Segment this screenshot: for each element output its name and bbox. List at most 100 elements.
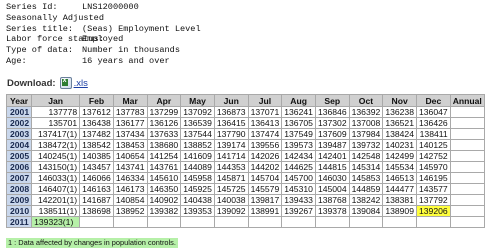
value-cell: 139092 — [213, 205, 249, 217]
value-cell: 139573 — [281, 139, 316, 151]
value-cell: 137984 — [348, 128, 384, 140]
value-cell — [146, 216, 182, 228]
column-header-mar: Mar — [112, 94, 148, 107]
value-cell: 137783 — [112, 106, 148, 118]
value-cell: 136438 — [79, 117, 114, 129]
table-row: 2003 137417(1) 137482 137434 137633 137544 137… — [5, 128, 485, 140]
value-cell: 142201(1) — [31, 194, 81, 206]
column-header-may: May — [180, 94, 215, 107]
value-cell: 140125 — [416, 139, 451, 151]
column-header-jun: Jun — [213, 94, 249, 107]
table-header: Year Jan Feb Mar Apr May Jun Jul Aug Sep Oct Nov Dec… — [5, 94, 485, 107]
value-cell: 145958 — [180, 172, 215, 184]
seasonal-adjustment-label: Seasonally Adjusted — [6, 12, 104, 23]
table-row: 2011 139323(1) — [5, 216, 485, 228]
age-value: 16 years and over — [82, 55, 170, 66]
year-cell: 2001 — [5, 106, 33, 118]
table-row: 2002 135701 136438 136177 136126 136539 136415… — [5, 117, 485, 129]
value-cell: 144625 — [281, 161, 316, 173]
value-cell: 142499 — [382, 150, 417, 162]
value-cell: 142401 — [314, 150, 350, 162]
value-cell: 142434 — [281, 150, 316, 162]
value-cell: 137299 — [146, 106, 182, 118]
year-cell: 2005 — [5, 150, 33, 162]
xls-download-link[interactable]: .xls — [74, 78, 88, 89]
value-cell: 139267 — [281, 205, 316, 217]
value-cell: 139084 — [348, 205, 384, 217]
value-cell: 139174 — [213, 139, 249, 151]
value-cell — [449, 161, 485, 173]
table-row: 2006 143150(1) 143457 143741 143761 144089 144… — [5, 161, 485, 173]
value-cell: 143457 — [79, 161, 114, 173]
value-cell — [180, 216, 215, 228]
value-cell: 144353 — [213, 161, 249, 173]
column-header-nov: Nov — [382, 94, 417, 107]
value-cell: 137609 — [314, 128, 350, 140]
value-cell: 145310 — [281, 183, 316, 195]
value-cell: 138768 — [314, 194, 350, 206]
value-cell: 136415 — [213, 117, 249, 129]
value-cell: 145853 — [348, 172, 384, 184]
value-cell: 136521 — [382, 117, 417, 129]
value-cell: 146407(1) — [31, 183, 81, 195]
value-cell: 141609 — [180, 150, 215, 162]
year-cell: 2006 — [5, 161, 33, 173]
value-cell — [382, 216, 417, 228]
value-cell: 138381 — [382, 194, 417, 206]
value-cell: 137434 — [112, 128, 148, 140]
value-cell — [449, 183, 485, 195]
column-header-apr: Apr — [146, 94, 182, 107]
series-title-value: (Seas) Employment Level — [82, 23, 201, 34]
value-cell: 138542 — [79, 139, 114, 151]
value-cell: 145314 — [348, 161, 384, 173]
value-cell: 138511(1) — [31, 205, 81, 217]
value-cell: 142752 — [416, 150, 451, 162]
employment-data-table: Year Jan Feb Mar Apr May Jun Jul Aug Sep Oct Nov Dec… — [5, 94, 485, 228]
value-cell: 140902 — [146, 194, 182, 206]
value-cell: 138909 — [382, 205, 417, 217]
year-cell: 2008 — [5, 183, 33, 195]
value-cell: 138991 — [247, 205, 283, 217]
table-row: 2008 146407(1) 146163 146173 146350 145925 145… — [5, 183, 485, 195]
year-cell: 2010 — [5, 205, 33, 217]
column-header-sep: Sep — [314, 94, 350, 107]
series-id-label: Series Id: — [6, 2, 58, 12]
value-cell — [281, 216, 316, 228]
excel-file-icon[interactable] — [59, 77, 72, 89]
table-row: 2009 142201(1) 141687 140854 140902 140438 140… — [5, 194, 485, 206]
value-cell: 137778 — [31, 106, 81, 118]
value-cell: 145871 — [213, 172, 249, 184]
value-cell: 145970 — [416, 161, 451, 173]
value-cell: 146066 — [79, 172, 114, 184]
value-cell — [112, 216, 148, 228]
value-cell: 146163 — [79, 183, 114, 195]
value-cell: 141254 — [146, 150, 182, 162]
value-cell: 139433 — [281, 194, 316, 206]
value-cell: 137790 — [213, 128, 249, 140]
value-cell: 136177 — [112, 117, 148, 129]
value-cell — [416, 216, 451, 228]
value-cell: 140438 — [180, 194, 215, 206]
value-cell: 138680 — [146, 139, 182, 151]
value-cell — [449, 216, 485, 228]
value-cell: 140854 — [112, 194, 148, 206]
labor-force-status-row: Labor force status: Employed — [6, 34, 201, 45]
value-cell — [348, 216, 384, 228]
year-cell: 2009 — [5, 194, 33, 206]
value-cell — [449, 150, 485, 162]
download-bar: Download: .xls — [7, 76, 88, 90]
value-cell: 140654 — [112, 150, 148, 162]
value-cell: 143150(1) — [31, 161, 81, 173]
value-cell: 145704 — [247, 172, 283, 184]
value-cell: 136047 — [416, 106, 451, 118]
table-row: 2005 140245(1) 140385 140654 141254 141609 141… — [5, 150, 485, 162]
table-row: 2004 138472(1) 138542 138453 138680 138852 139… — [5, 139, 485, 151]
value-cell: 143761 — [146, 161, 182, 173]
value-cell: 145925 — [180, 183, 215, 195]
year-cell: 2004 — [5, 139, 33, 151]
value-cell: 136846 — [314, 106, 350, 118]
value-cell: 140385 — [79, 150, 114, 162]
value-cell: 142026 — [247, 150, 283, 162]
value-cell: 138424 — [382, 128, 417, 140]
value-cell: 137482 — [79, 128, 114, 140]
